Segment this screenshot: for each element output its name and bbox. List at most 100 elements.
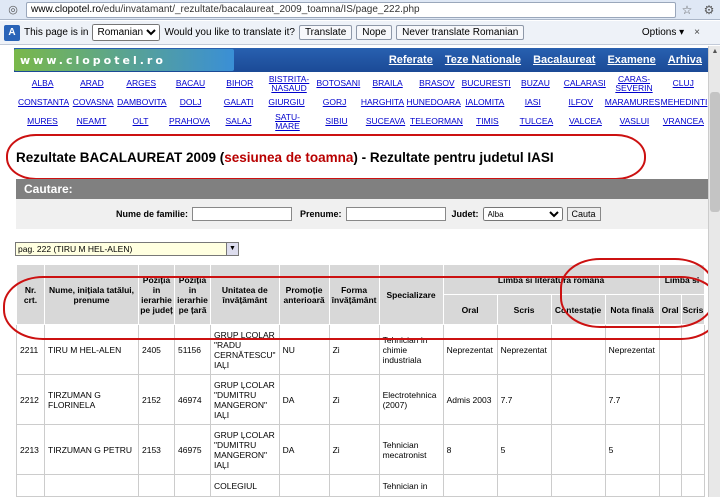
page-icon: ◎ [8, 4, 18, 16]
surname-input[interactable] [192, 207, 293, 221]
firstname-input[interactable] [345, 207, 446, 221]
county-link[interactable]: MARAMURES [605, 98, 660, 107]
county-link[interactable]: MEHEDINTI [660, 98, 708, 107]
page-select[interactable]: pag. 222 (TIRU M HEL-ALEN) ▼ [15, 242, 239, 256]
cell-name: TIRZUMAN G FLORINELA [44, 374, 139, 425]
cell-spec: Tehnician mecatronist [378, 424, 444, 475]
menu-link[interactable]: Examene [607, 54, 655, 66]
menu-link[interactable]: Referate [389, 54, 433, 66]
county-link[interactable]: ALBA [18, 79, 67, 88]
col-contest: Contestație [550, 294, 606, 325]
county-link[interactable]: PRAHOVA [165, 117, 214, 126]
cell-unit: COLEGIUL [210, 474, 280, 497]
search-heading: Cautare: [16, 179, 708, 199]
county-link[interactable]: VASLUI [610, 117, 659, 126]
cell-nr: 2211 [16, 324, 45, 375]
county-link[interactable]: CLUJ [659, 79, 708, 88]
county-link[interactable]: MURES [18, 117, 67, 126]
county-link[interactable]: SATU-MARE [263, 112, 312, 131]
county-link[interactable]: ILFOV [557, 98, 605, 107]
cell-promo: DA [278, 424, 330, 475]
county-link[interactable]: SIBIU [312, 117, 361, 126]
county-link[interactable]: BOTOSANI [314, 79, 363, 88]
cell-extra [658, 474, 682, 497]
county-link[interactable]: NEAMT [67, 117, 116, 126]
cell-scris: 7.7 [496, 374, 552, 425]
county-link[interactable]: BRASOV [412, 79, 461, 88]
county-link[interactable]: OLT [116, 117, 165, 126]
cell-pc: 2405 [138, 324, 175, 375]
cell-pc: 2152 [138, 374, 175, 425]
county-link[interactable]: TELEORMAN [410, 117, 463, 126]
county-link[interactable]: COVASNA [69, 98, 117, 107]
county-link[interactable]: HARGHITA [359, 98, 407, 107]
county-link[interactable]: VRANCEA [659, 117, 708, 126]
translate-button[interactable]: Translate [298, 25, 353, 40]
county-link[interactable]: DAMBOVITA [117, 98, 166, 107]
scroll-up-icon[interactable]: ▲ [709, 46, 720, 58]
cell-form: Zi [328, 374, 380, 425]
wrench-icon[interactable]: ⚙ [698, 3, 720, 17]
county-link[interactable]: BRAILA [363, 79, 412, 88]
county-link[interactable]: VALCEA [561, 117, 610, 126]
col-oral2: Oral [658, 294, 682, 325]
county-link[interactable]: BISTRITA-NASAUD [264, 74, 313, 93]
county-link[interactable]: SALAJ [214, 117, 263, 126]
cell-form: Zi [328, 324, 380, 375]
cell-promo: NU [278, 324, 330, 375]
county-select[interactable]: Alba [482, 207, 563, 221]
county-link[interactable]: TIMIS [463, 117, 512, 126]
col-final: Nota finală [604, 294, 660, 325]
cell-extra [658, 324, 682, 375]
scroll-thumb[interactable] [710, 92, 720, 212]
county-link[interactable]: ARAD [67, 79, 116, 88]
cell-nr: 2212 [16, 374, 45, 425]
cell-nr [16, 474, 45, 497]
county-link[interactable]: SUCEAVA [361, 117, 410, 126]
county-link[interactable]: IALOMITA [461, 98, 509, 107]
vertical-scrollbar[interactable]: ▲ [708, 46, 720, 497]
cell-scris: 5 [496, 424, 552, 475]
site-logo[interactable]: www.clopotel.ro [14, 49, 234, 71]
language-select[interactable]: Romanian [92, 24, 161, 41]
county-link[interactable]: TULCEA [512, 117, 561, 126]
county-link[interactable]: GIURGIU [263, 98, 311, 107]
cell-spec: Tehnician in chimie industriala [378, 324, 444, 375]
surname-label: Nume de familie: [116, 209, 189, 219]
county-link[interactable]: DOLJ [167, 98, 215, 107]
col-lit2: Limba si [658, 264, 706, 295]
cell-name: TIRZUMAN G PETRU [44, 424, 139, 475]
county-link[interactable]: GORJ [311, 98, 359, 107]
county-link[interactable]: HUNEDOARA [407, 98, 461, 107]
url-input[interactable]: www.clopotel.ro/edu/invatamant/_rezultat… [26, 1, 676, 18]
county-link[interactable]: CONSTANTA [18, 98, 69, 107]
cell-contest [550, 424, 606, 475]
close-icon[interactable]: × [694, 27, 700, 38]
county-link[interactable]: BACAU [166, 79, 215, 88]
never-translate-button[interactable]: Never translate Romanian [396, 25, 525, 40]
county-link[interactable]: GALATI [215, 98, 263, 107]
cell-oral: Admis 2003 [442, 374, 498, 425]
county-link[interactable]: BUZAU [511, 79, 560, 88]
search-button[interactable]: Cauta [566, 207, 601, 221]
options-menu[interactable]: Options ▾ [642, 27, 684, 38]
menu-link[interactable]: Bacalaureat [533, 54, 595, 66]
county-links: ALBA ARAD ARGES BACAU BIHOR BISTRITA-NASAUD BO… [18, 74, 708, 131]
nope-button[interactable]: Nope [356, 25, 393, 40]
cell-form [328, 474, 380, 497]
menu-link[interactable]: Teze Nationale [445, 54, 521, 66]
county-link[interactable]: CALARASI [560, 79, 609, 88]
county-link[interactable]: IASI [509, 98, 557, 107]
cell-contest [550, 474, 606, 497]
star-icon[interactable]: ☆ [676, 3, 698, 17]
page-content: Referate Teze Nationale Bacalaureat Examene… [0, 46, 708, 497]
col-spec: Specializare [378, 264, 444, 325]
county-link[interactable]: ARGES [117, 79, 166, 88]
county-link[interactable]: BUCURESTI [462, 79, 511, 88]
cell-extra [680, 374, 706, 425]
cell-pc: 2153 [138, 424, 175, 475]
menu-link[interactable]: Arhiva [668, 54, 702, 66]
county-link[interactable]: CARAS-SEVERIN [609, 74, 658, 93]
cell-form: Zi [328, 424, 380, 475]
county-link[interactable]: BIHOR [215, 79, 264, 88]
